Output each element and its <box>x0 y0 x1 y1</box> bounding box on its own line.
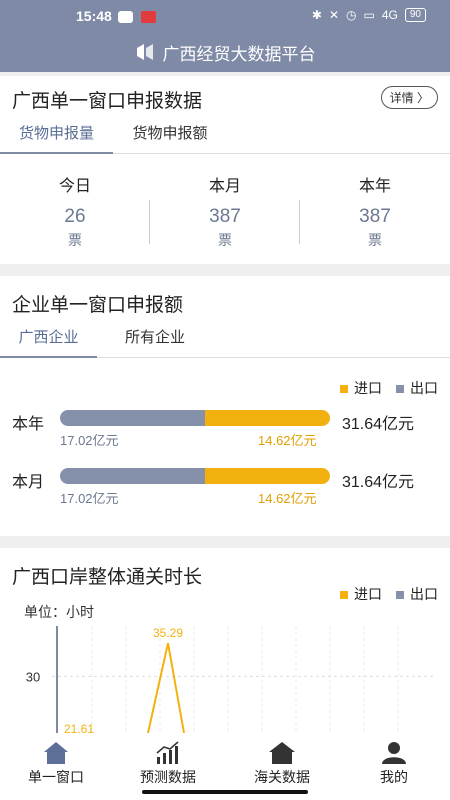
bluetooth-icon: ✱ <box>311 8 322 22</box>
stat-today: 今日 26 票 <box>0 172 150 250</box>
stacked-bar <box>60 410 330 426</box>
legend-import: 进口 <box>340 378 382 398</box>
user-icon <box>382 742 406 764</box>
nav-customs[interactable]: 海关数据 <box>226 733 338 787</box>
customs-house-icon <box>269 742 295 764</box>
tab-bar: 货物申报量 货物申报额 <box>0 118 450 154</box>
row-total: 31.64亿元 <box>342 474 415 491</box>
details-button[interactable]: 详情 〉 <box>380 86 438 109</box>
row-label: 本月 <box>12 474 45 491</box>
import-segment <box>205 410 330 426</box>
import-value: 14.62亿元 <box>258 433 317 448</box>
tab-guangxi-enterprises[interactable]: 广西企业 <box>0 322 97 358</box>
notification-icon-2 <box>141 11 156 23</box>
stat-value: 387 <box>359 206 391 227</box>
hd-icon: ▭ <box>363 8 375 22</box>
card-title: 广西单一窗口申报数据 <box>12 91 203 112</box>
nav-icon-wrap <box>0 735 112 765</box>
battery-icon: 90 <box>404 8 426 22</box>
stat-year: 本年 387 票 <box>300 172 450 250</box>
export-segment <box>60 410 206 426</box>
stat-value: 26 <box>64 206 86 227</box>
status-icons: ✱ ✕ ◷ ▭ 4G 90 <box>312 8 426 22</box>
nav-icon-wrap <box>112 735 224 765</box>
data-label: 21.61 <box>64 722 94 733</box>
platform-logo-icon <box>136 44 153 60</box>
nav-mine[interactable]: 我的 <box>338 733 450 787</box>
import-segment <box>205 468 330 484</box>
nav-label: 海关数据 <box>254 769 310 785</box>
y-tick-label: 30 <box>26 669 40 684</box>
home-icon <box>44 742 68 764</box>
page-title: 广西经贸大数据平台 <box>162 44 316 64</box>
clearance-time-card: 广西口岸整体通关时长 进口 出口 单位：小时 30 21.61 35.29 <box>0 548 450 733</box>
stat-label: 本年 <box>358 178 391 195</box>
stat-label: 本月 <box>208 178 241 195</box>
enterprise-amount-card: 企业单一窗口申报额 广西企业 所有企业 进口 出口 本年 31.64亿元 17.… <box>0 276 450 536</box>
stat-label: 今日 <box>58 178 91 195</box>
export-segment <box>60 468 206 484</box>
export-value: 17.02亿元 <box>60 433 119 448</box>
alarm-icon: ◷ <box>346 8 357 22</box>
import-value: 14.62亿元 <box>258 491 317 506</box>
tab-cargo-volume[interactable]: 货物申报量 <box>0 118 113 154</box>
stats-row: 今日 26 票 本月 387 票 本年 387 票 <box>0 172 450 248</box>
stat-unit: 票 <box>218 232 232 248</box>
bar-row-year: 本年 31.64亿元 17.02亿元 14.62亿元 <box>0 408 450 452</box>
notification-icon <box>118 11 133 23</box>
export-value: 17.02亿元 <box>60 491 119 506</box>
mute-icon: ✕ <box>328 8 340 22</box>
stat-unit: 票 <box>368 232 382 248</box>
tab-all-enterprises[interactable]: 所有企业 <box>100 322 210 358</box>
status-time: 15:48 <box>76 8 112 24</box>
network-label: 4G <box>381 8 398 22</box>
nav-label: 预测数据 <box>140 769 196 785</box>
data-label: 35.29 <box>153 626 183 640</box>
clearance-line-chart: 30 21.61 35.29 <box>26 626 435 733</box>
tab-cargo-amount[interactable]: 货物申报额 <box>116 118 224 154</box>
nav-label: 单一窗口 <box>28 769 84 785</box>
nav-icon-wrap <box>226 735 338 765</box>
nav-icon-wrap <box>338 735 450 765</box>
row-total: 31.64亿元 <box>342 416 415 433</box>
row-label: 本年 <box>12 416 45 433</box>
legend-import-label: 进口 <box>354 380 382 396</box>
stat-month: 本月 387 票 <box>150 172 300 250</box>
legend-swatch <box>396 385 404 394</box>
declaration-data-card: 广西单一窗口申报数据 详情 〉 货物申报量 货物申报额 今日 26 票 本月 3… <box>0 76 450 264</box>
stat-value: 387 <box>209 206 241 227</box>
legend-export: 出口 <box>396 378 438 398</box>
stat-unit: 票 <box>68 232 82 248</box>
card-title: 企业单一窗口申报额 <box>12 295 184 316</box>
legend-export-label: 出口 <box>410 380 438 396</box>
import-series-line <box>147 642 185 733</box>
bar-row-month: 本月 31.64亿元 17.02亿元 14.62亿元 <box>0 466 450 510</box>
nav-forecast[interactable]: 预测数据 <box>112 733 224 787</box>
bar-chart-icon <box>156 741 179 764</box>
legend-swatch <box>340 385 348 394</box>
stacked-bar <box>60 468 330 484</box>
tab-bar: 广西企业 所有企业 <box>0 322 450 358</box>
nav-label: 我的 <box>380 769 408 785</box>
nav-single-window[interactable]: 单一窗口 <box>0 733 112 787</box>
legend: 进口 出口 <box>340 378 438 398</box>
home-indicator <box>142 790 308 794</box>
status-bar: 15:48 ✱ ✕ ◷ ▭ 4G 90 <box>0 0 450 32</box>
app-header: 广西经贸大数据平台 <box>0 32 450 72</box>
